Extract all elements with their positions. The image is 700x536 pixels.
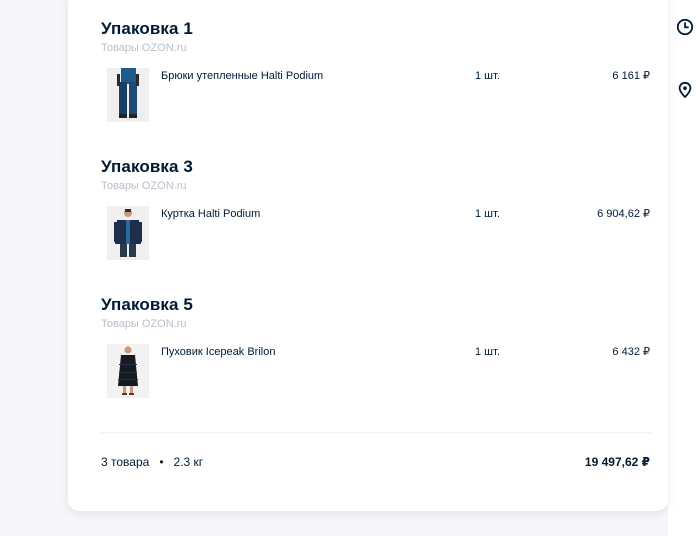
package-item-row: Брюки утепленные Halti Podium 1 шт. 6 16… [101, 68, 651, 122]
package-seller: Товары OZON.ru [101, 180, 187, 192]
item-price: 6 432 ₽ [612, 346, 650, 358]
package-item-row: Пуховик Icepeak Brilon 1 шт. 6 432 ₽ [101, 344, 651, 398]
item-price: 6 904,62 ₽ [597, 208, 650, 220]
package-title: Упаковка 3 [101, 157, 193, 176]
item-name[interactable]: Пуховик Icepeak Brilon [161, 345, 275, 359]
package-title: Упаковка 1 [101, 19, 193, 38]
items-count: 3 товара [101, 455, 150, 469]
item-price: 6 161 ₽ [612, 70, 650, 82]
product-image-jacket[interactable] [107, 206, 149, 260]
package-5: Упаковка 5 Товары OZON.ru Пуховик Icepea… [101, 295, 651, 398]
package-seller: Товары OZON.ru [101, 42, 187, 54]
package-1: Упаковка 1 Товары OZON.ru Брюки утепленн… [101, 19, 651, 122]
location-pin-icon[interactable] [676, 81, 694, 99]
item-quantity: 1 шт. [475, 208, 500, 220]
order-summary: 3 товара • 2.3 кг 19 497,62 ₽ [101, 455, 651, 470]
product-image-down-coat[interactable] [107, 344, 149, 398]
item-name[interactable]: Куртка Halti Podium [161, 207, 260, 221]
package-item-row: Куртка Halti Podium 1 шт. 6 904,62 ₽ [101, 206, 651, 260]
item-name[interactable]: Брюки утепленные Halti Podium [161, 69, 323, 83]
package-seller: Товары OZON.ru [101, 318, 187, 330]
package-title: Упаковка 5 [101, 295, 193, 314]
summary-divider [101, 432, 651, 433]
product-image-ski-pants[interactable] [107, 68, 149, 122]
item-quantity: 1 шт. [475, 70, 500, 82]
summary-separator: • [159, 455, 164, 469]
package-3: Упаковка 3 Товары OZON.ru Куртка Halti P… [101, 157, 651, 260]
total-weight: 2.3 кг [173, 455, 204, 469]
clock-icon[interactable] [676, 18, 694, 36]
order-total: 19 497,62 ₽ [584, 455, 650, 469]
item-quantity: 1 шт. [475, 346, 500, 358]
